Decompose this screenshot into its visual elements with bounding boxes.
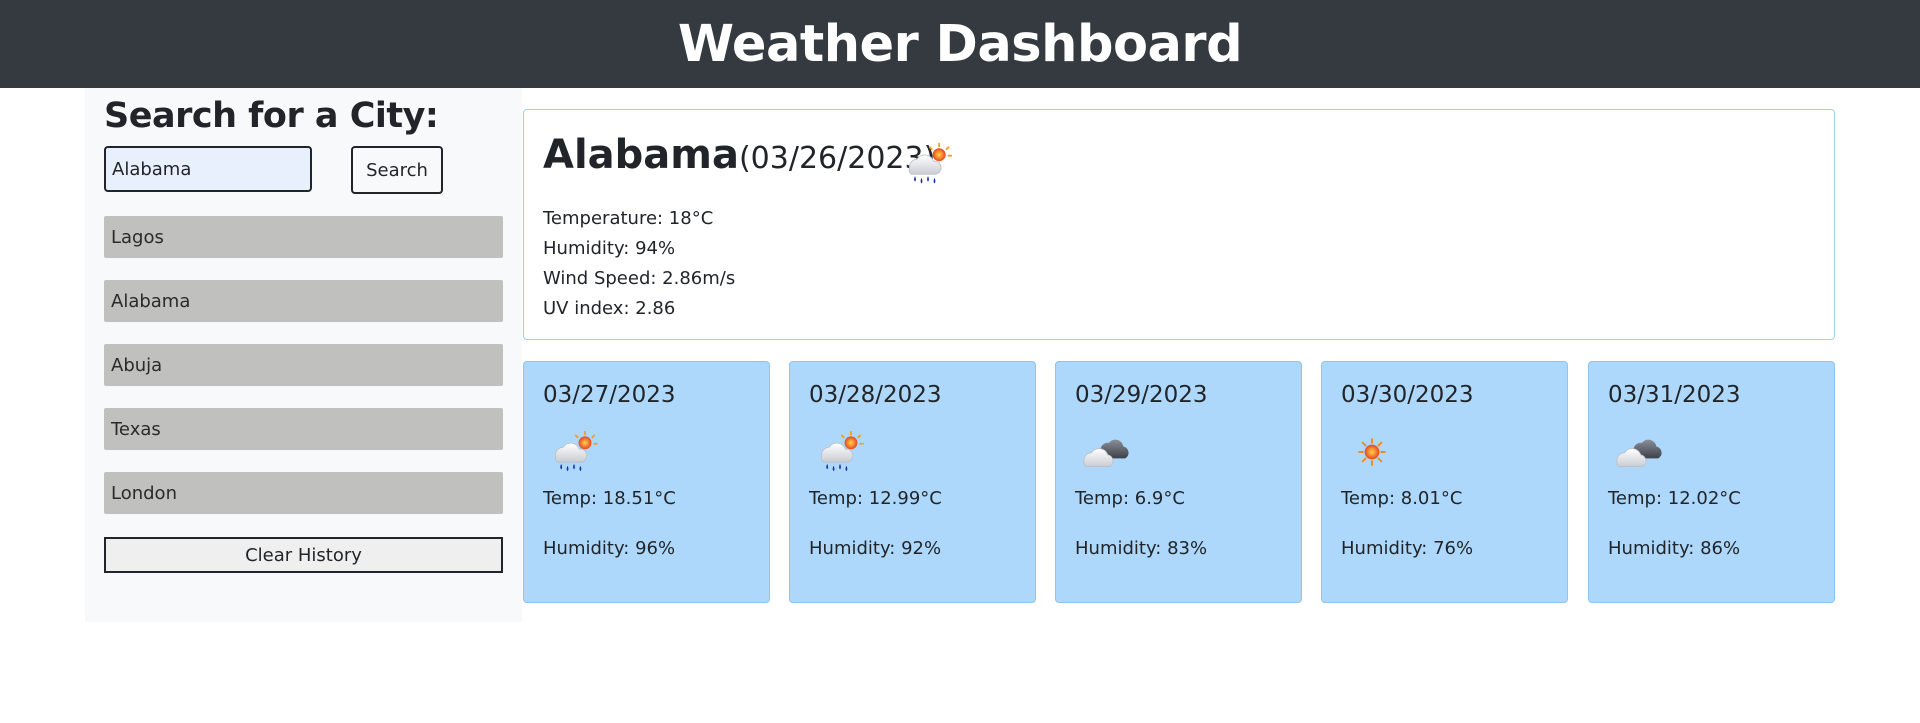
current-weather-stats: Temperature: 18°C Humidity: 94% Wind Spe…: [543, 204, 735, 324]
rain-sun-icon: [554, 430, 598, 472]
forecast-humidity: Humidity: 96%: [543, 538, 676, 559]
forecast-temp: Temp: 8.01°C: [1341, 488, 1463, 509]
city-search-input[interactable]: [104, 146, 312, 192]
forecast-humidity: Humidity: 86%: [1608, 538, 1741, 559]
clear-history-button[interactable]: Clear History: [104, 537, 503, 573]
forecast-date: 03/30/2023: [1341, 382, 1474, 408]
history-item-london[interactable]: London: [104, 472, 503, 514]
forecast-humidity: Humidity: 83%: [1075, 538, 1208, 559]
forecast-date: 03/28/2023: [809, 382, 942, 408]
search-heading: Search for a City:: [104, 96, 439, 136]
search-button[interactable]: Search: [351, 146, 443, 194]
forecast-date: 03/31/2023: [1608, 382, 1741, 408]
history-item-lagos[interactable]: Lagos: [104, 216, 503, 258]
cloud-icon: [1083, 439, 1129, 468]
search-history-list: Lagos Alabama Abuja Texas London: [104, 216, 503, 536]
forecast-card: 03/27/2023 Temp: 18.51°C Humidity: 96%: [523, 361, 770, 603]
sun-icon: [1358, 438, 1386, 466]
current-humidity: Humidity: 94%: [543, 238, 676, 259]
current-weather-title: Alabama (03/26/2023): [543, 132, 935, 178]
forecast-temp: Temp: 12.99°C: [809, 488, 942, 509]
forecast-temp: Temp: 6.9°C: [1075, 488, 1185, 509]
page-title: Weather Dashboard: [677, 14, 1243, 74]
app-header: Weather Dashboard: [0, 0, 1920, 88]
cloud-icon: [1616, 439, 1662, 468]
history-item-abuja[interactable]: Abuja: [104, 344, 503, 386]
forecast-temp: Temp: 12.02°C: [1608, 488, 1741, 509]
rain-sun-icon: [908, 142, 953, 184]
forecast-date: 03/29/2023: [1075, 382, 1208, 408]
search-sidebar: Search for a City: Search Lagos Alabama …: [85, 88, 522, 622]
forecast-card: 03/29/2023 Temp: 6.9°C Humidity: 83%: [1055, 361, 1302, 603]
history-item-alabama[interactable]: Alabama: [104, 280, 503, 322]
current-weather-card: Alabama (03/26/2023) Temperature: 18°C H…: [523, 109, 1835, 340]
current-uv-index: UV index: 2.86: [543, 298, 676, 319]
history-item-texas[interactable]: Texas: [104, 408, 503, 450]
forecast-card: 03/31/2023 Temp: 12.02°C Humidity: 86%: [1588, 361, 1835, 603]
current-temperature: Temperature: 18°C: [543, 208, 714, 229]
current-wind-speed: Wind Speed: 2.86m/s: [543, 268, 736, 289]
forecast-date: 03/27/2023: [543, 382, 676, 408]
forecast-humidity: Humidity: 92%: [809, 538, 942, 559]
forecast-humidity: Humidity: 76%: [1341, 538, 1474, 559]
forecast-card: 03/30/2023 Temp: 8.01°C Humidity: 76%: [1321, 361, 1568, 603]
forecast-temp: Temp: 18.51°C: [543, 488, 676, 509]
current-city-name: Alabama: [543, 132, 739, 178]
rain-sun-icon: [820, 430, 864, 472]
forecast-card: 03/28/2023 Temp: 12.99°C Humidity: 92%: [789, 361, 1036, 603]
